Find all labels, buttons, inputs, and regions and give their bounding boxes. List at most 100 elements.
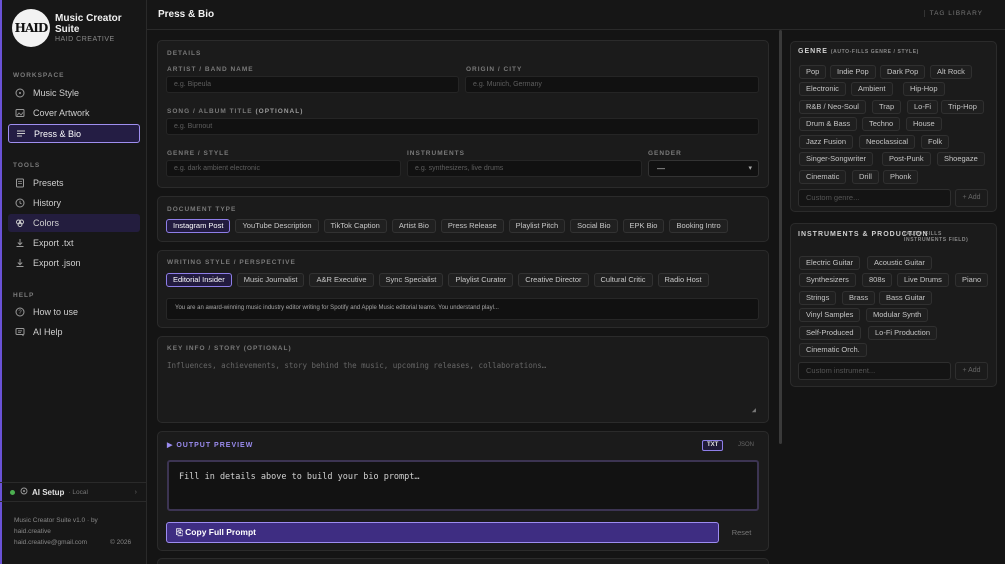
- instrument-tag[interactable]: Modular Synth: [866, 308, 929, 322]
- instrument-tag[interactable]: Acoustic Guitar: [867, 256, 932, 270]
- custom-genre-input[interactable]: Custom genre...: [798, 189, 951, 207]
- genre-tag[interactable]: Ambient: [851, 82, 893, 96]
- genre-tag[interactable]: Neoclassical: [859, 135, 916, 149]
- custom-instrument-input[interactable]: Custom instrument...: [798, 362, 951, 380]
- document-type-chip[interactable]: Press Release: [440, 219, 504, 233]
- music-circle-icon: [15, 88, 25, 98]
- document-type-chip[interactable]: Artist Bio: [391, 219, 436, 233]
- nav-presets[interactable]: Presets: [8, 174, 140, 192]
- nav-press-bio[interactable]: Press & Bio: [8, 124, 140, 143]
- nav-how-to-use[interactable]: ? How to use: [8, 303, 140, 321]
- genre-tag[interactable]: Pop: [799, 65, 827, 79]
- ai-setup-toggle[interactable]: AI Setup · Local ›: [0, 482, 146, 502]
- add-instrument-button[interactable]: + Add: [955, 362, 988, 380]
- writing-style-chip[interactable]: Playlist Curator: [448, 273, 514, 287]
- document-type-chip[interactable]: Social Bio: [570, 219, 618, 233]
- format-json-button[interactable]: JSON: [733, 440, 759, 451]
- genre-tag[interactable]: Drill: [852, 170, 879, 184]
- writing-style-chip[interactable]: Editorial Insider: [166, 273, 232, 287]
- genre-tag[interactable]: Trip-Hop: [941, 100, 984, 114]
- writing-style-chip[interactable]: Creative Director: [518, 273, 589, 287]
- writing-style-chip[interactable]: Radio Host: [657, 273, 709, 287]
- document-type-chip[interactable]: EPK Bio: [622, 219, 665, 233]
- document-type-chip[interactable]: Playlist Pitch: [508, 219, 566, 233]
- nav-ai-help[interactable]: AI Help: [8, 323, 140, 341]
- instrument-tag[interactable]: 808s: [862, 273, 893, 287]
- ai-setup-mode: · Local: [68, 488, 88, 496]
- genre-tag[interactable]: Drum & Bass: [799, 117, 858, 131]
- footer-handle[interactable]: haid.creative: [14, 528, 51, 535]
- writing-style-chip[interactable]: Sync Specialist: [378, 273, 444, 287]
- gender-label: GENDER: [648, 150, 682, 157]
- writing-style-options: Editorial Insider Music Journalist A&R Exe…: [166, 273, 709, 287]
- instrument-tag[interactable]: Synthesizers: [799, 273, 856, 287]
- format-txt-button[interactable]: TXT: [702, 440, 724, 451]
- instrument-tag[interactable]: Live Drums: [897, 273, 949, 287]
- genre-tag[interactable]: Shoegaze: [937, 152, 985, 166]
- origin-label: ORIGIN / CITY: [466, 66, 523, 73]
- writing-style-chip[interactable]: A&R Executive: [309, 273, 374, 287]
- key-info-textarea[interactable]: Influences, achievements, story behind t…: [166, 358, 759, 416]
- genre-tag[interactable]: Hip-Hop: [903, 82, 945, 96]
- genre-tag[interactable]: Techno: [862, 117, 901, 131]
- song-input[interactable]: e.g. Burnout: [166, 118, 759, 135]
- document-type-chip[interactable]: Instagram Post: [166, 219, 231, 233]
- instrument-tag[interactable]: Bass Guitar: [879, 291, 933, 305]
- genre-tag[interactable]: Electronic: [799, 82, 846, 96]
- nav-music-style[interactable]: Music Style: [8, 84, 140, 102]
- genre-tag[interactable]: Alt Rock: [930, 65, 972, 79]
- instrument-tag[interactable]: Lo-Fi Production: [868, 326, 938, 340]
- genre-tag[interactable]: House: [906, 117, 942, 131]
- instrument-tag[interactable]: Cinematic Orch.: [799, 343, 867, 357]
- image-icon: [15, 108, 25, 118]
- genre-tag[interactable]: Trap: [872, 100, 902, 114]
- footer-email[interactable]: haid.creative@gmail.com: [14, 539, 87, 546]
- nav-label: History: [33, 198, 62, 208]
- genre-tag[interactable]: Folk: [921, 135, 950, 149]
- instrument-tag[interactable]: Piano: [955, 273, 989, 287]
- origin-input[interactable]: e.g. Munich, Germany: [465, 76, 759, 93]
- document-type-chip[interactable]: YouTube Description: [235, 219, 319, 233]
- genre-tag[interactable]: Singer-Songwriter: [799, 152, 874, 166]
- writing-style-chip[interactable]: Cultural Critic: [593, 273, 653, 287]
- document-type-chip[interactable]: TikTok Caption: [323, 219, 387, 233]
- nav-section-tools: TOOLS: [13, 162, 41, 169]
- genre-tag[interactable]: Post-Punk: [882, 152, 931, 166]
- nav-label: Music Style: [33, 88, 80, 98]
- genre-tag[interactable]: R&B / Neo-Soul: [799, 100, 866, 114]
- artist-input[interactable]: e.g. Bipeula: [166, 76, 459, 93]
- nav-cover-artwork[interactable]: Cover Artwork: [8, 104, 140, 122]
- instrument-tag[interactable]: Brass: [842, 291, 876, 305]
- genre-tag[interactable]: Indie Pop: [830, 65, 876, 79]
- section-key-info: KEY INFO / STORY (OPTIONAL): [167, 345, 292, 352]
- page-title: Press & Bio: [158, 9, 215, 20]
- brand[interactable]: HAID Music Creator Suite HAID CREATIVE: [12, 9, 130, 47]
- output-preview-toggle[interactable]: ▶ OUTPUT PREVIEW: [167, 441, 253, 449]
- genre-input[interactable]: e.g. dark ambient electronic: [166, 160, 401, 177]
- nav-colors[interactable]: Colors: [8, 214, 140, 232]
- instrument-tag[interactable]: Strings: [799, 291, 837, 305]
- instrument-tag[interactable]: Self-Produced: [799, 326, 861, 340]
- reset-button[interactable]: Reset: [725, 525, 758, 540]
- nav-export-txt[interactable]: Export .txt: [8, 234, 140, 252]
- instrument-tag[interactable]: Electric Guitar: [799, 256, 861, 270]
- document-type-chip[interactable]: Booking Intro: [669, 219, 728, 233]
- section-writing-style: WRITING STYLE / PERSPECTIVE: [167, 259, 296, 266]
- gender-select[interactable]: — ▾: [648, 160, 759, 177]
- instruments-input[interactable]: e.g. synthesizers, live drums: [407, 160, 642, 177]
- genre-tag[interactable]: Cinematic: [799, 170, 847, 184]
- nav-history[interactable]: History: [8, 194, 140, 212]
- genre-tag[interactable]: Dark Pop: [880, 65, 926, 79]
- add-genre-button[interactable]: + Add: [955, 189, 988, 207]
- genre-tag[interactable]: Phonk: [883, 170, 919, 184]
- instrument-tag[interactable]: Vinyl Samples: [799, 308, 861, 322]
- main-scrollbar[interactable]: [779, 30, 782, 444]
- writing-style-chip[interactable]: Music Journalist: [236, 273, 305, 287]
- genre-tag[interactable]: Lo-Fi: [907, 100, 939, 114]
- genre-tag[interactable]: Jazz Fusion: [799, 135, 854, 149]
- nav-export-json[interactable]: Export .json: [8, 254, 140, 272]
- resize-handle-icon[interactable]: ◢: [752, 406, 756, 414]
- chevron-down-icon: ▾: [748, 165, 752, 172]
- copy-prompt-button[interactable]: ⎘ Copy Full Prompt: [166, 522, 719, 543]
- section-details: DETAILS: [167, 50, 202, 57]
